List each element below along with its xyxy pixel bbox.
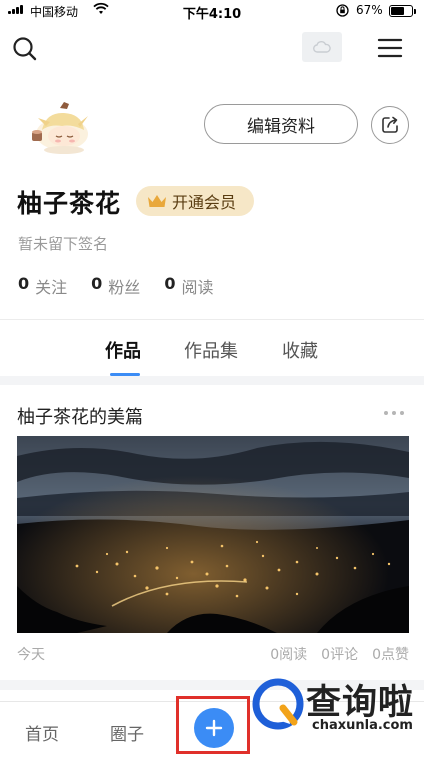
- profile-signature: 暂未留下签名: [18, 235, 109, 253]
- article-comment-count: 0评论: [321, 647, 359, 663]
- crown-icon: [148, 195, 166, 207]
- more-options-icon[interactable]: [384, 405, 410, 421]
- stat-value: 0: [164, 274, 176, 293]
- nav-circles[interactable]: 圈子: [110, 720, 144, 745]
- cloud-sync-button[interactable]: [302, 32, 342, 62]
- article-date: 今天: [17, 647, 45, 663]
- vip-label: 开通会员: [172, 193, 237, 212]
- avatar[interactable]: [24, 96, 94, 156]
- create-post-button[interactable]: [194, 708, 234, 748]
- article-title[interactable]: 柚子茶花的美篇: [17, 403, 143, 429]
- battery-percent: 67%: [356, 3, 383, 17]
- watermark: 查询啦 chaxunla.com: [246, 670, 424, 744]
- article-like-count: 0点赞: [372, 647, 409, 663]
- share-icon: [382, 116, 398, 133]
- edit-profile-button[interactable]: 编辑资料: [204, 104, 358, 144]
- stat-label: 粉丝: [108, 278, 141, 297]
- stat-value: 0: [91, 274, 103, 293]
- share-button[interactable]: [371, 106, 409, 144]
- username: 柚子茶花: [17, 189, 122, 218]
- stat-value: 0: [18, 274, 30, 293]
- stat-label: 阅读: [181, 278, 214, 297]
- profile-stats: 0 关注 0 粉丝 0 阅读: [18, 274, 213, 298]
- battery-icon: [389, 5, 416, 17]
- section-separator: [0, 376, 424, 385]
- nav-home[interactable]: 首页: [25, 720, 59, 745]
- watermark-url: chaxunla.com: [312, 718, 413, 733]
- vip-membership-badge[interactable]: 开通会员: [136, 186, 254, 216]
- hamburger-menu-icon[interactable]: [376, 36, 404, 60]
- tab-collections[interactable]: 作品集: [184, 337, 238, 363]
- article-read-count: 0阅读: [270, 647, 308, 663]
- article-card[interactable]: 柚子茶花的美篇 今天 0阅读 0评论 0点赞: [0, 385, 424, 680]
- divider: [0, 319, 424, 320]
- cloud-icon: [313, 41, 331, 53]
- tab-favorites[interactable]: 收藏: [282, 337, 318, 363]
- rotation-lock-icon: [336, 4, 349, 17]
- stat-followers[interactable]: 0 粉丝: [91, 274, 140, 298]
- stat-following[interactable]: 0 关注: [18, 274, 67, 298]
- status-bar: 中国移动 下午4:10 67%: [0, 0, 424, 22]
- stat-reads[interactable]: 0 阅读: [164, 274, 213, 298]
- watermark-logo-icon: [252, 678, 304, 730]
- profile-tabs: 作品 作品集 收藏: [0, 330, 424, 376]
- article-cover-image[interactable]: [17, 436, 409, 633]
- stat-label: 关注: [35, 278, 68, 297]
- search-icon[interactable]: [12, 36, 38, 62]
- tab-works[interactable]: 作品: [105, 337, 141, 363]
- plus-icon: [205, 719, 223, 737]
